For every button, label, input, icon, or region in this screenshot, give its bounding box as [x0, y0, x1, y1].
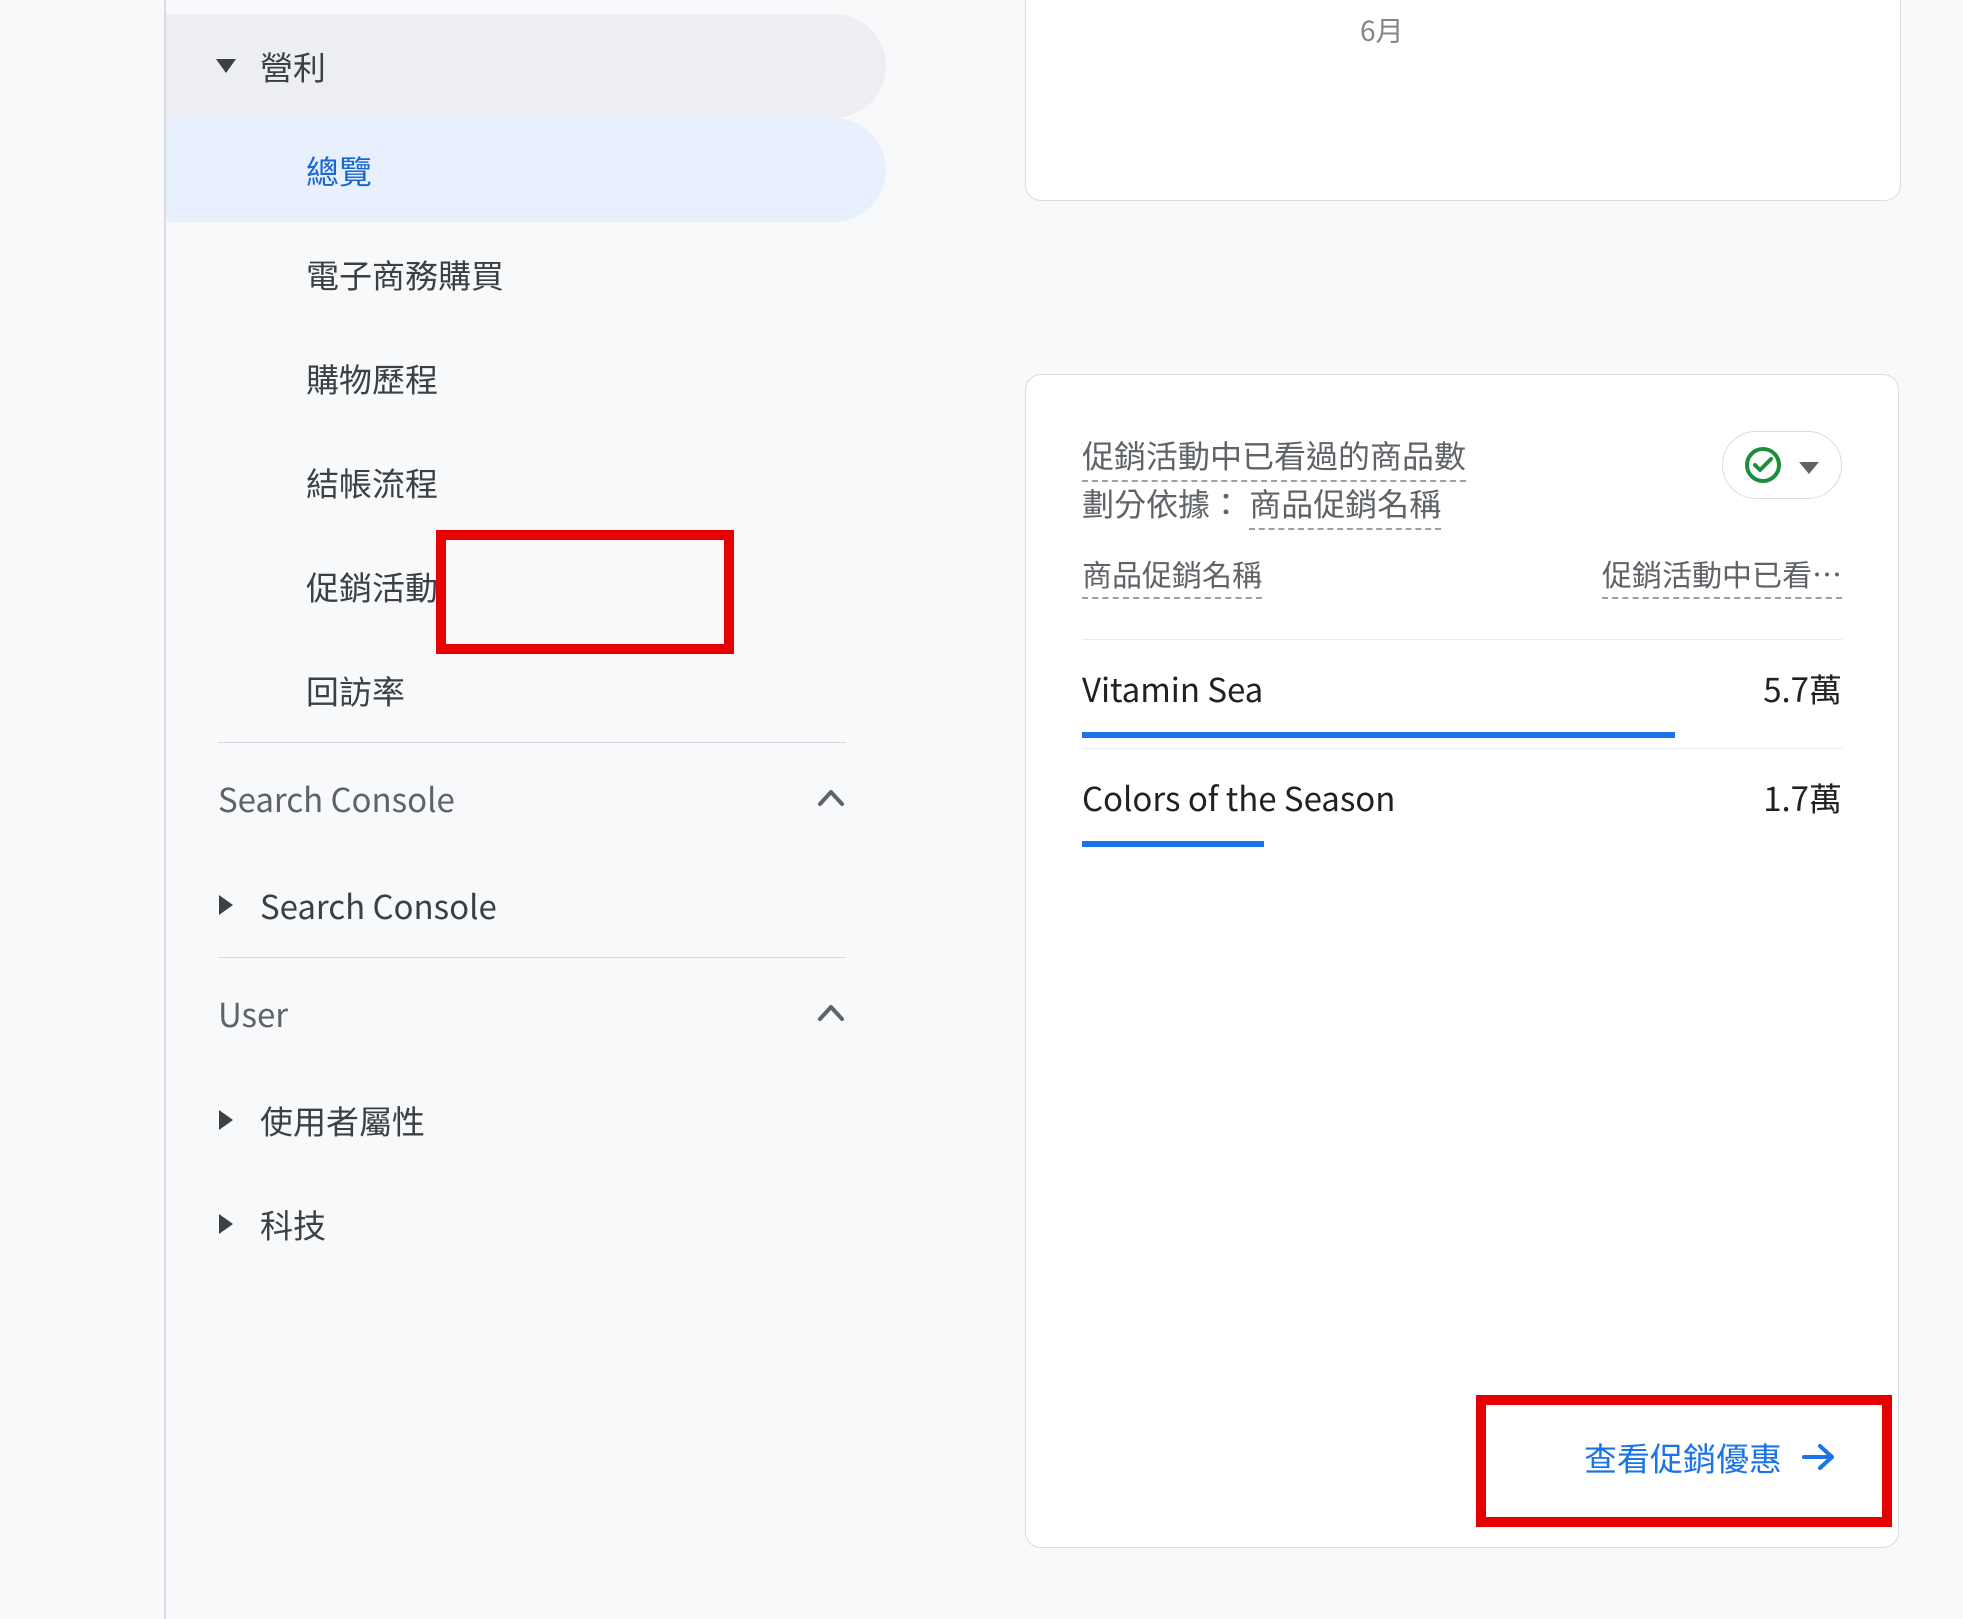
sidebar-item-label: 科技 — [260, 1200, 326, 1248]
card-title-metric: 促銷活動中已看過的商品數 — [1082, 432, 1466, 482]
promo-items-viewed-card: 促銷活動中已看過的商品數 劃分依據： 商品促銷名稱 商品促銷名稱 促銷活動中已看… — [1025, 374, 1899, 1548]
section-header-label: Search Console — [218, 774, 455, 822]
sidebar-section-search-console[interactable]: Search Console — [166, 743, 886, 853]
sidebar-item-label: 電子商務購買 — [306, 250, 504, 298]
caret-right-icon — [206, 895, 246, 915]
sidebar-item-label: Search Console — [260, 881, 497, 929]
row-value: 1.7萬 — [1763, 773, 1842, 821]
sidebar-sub-promotions[interactable]: 促銷活動 — [166, 534, 886, 638]
caret-right-icon — [206, 1110, 246, 1130]
row-bar-fill — [1082, 732, 1675, 738]
sidebar: 營利 總覽 電子商務購買 購物歷程 結帳流程 促銷活動 回訪率 Search C… — [166, 0, 886, 1619]
card-data-rows: Vitamin Sea 5.7萬 Colors of the Season 1.… — [1082, 639, 1842, 847]
row-bar — [1082, 732, 1842, 738]
caret-down-icon — [1799, 449, 1819, 481]
card-header: 促銷活動中已看過的商品數 劃分依據： 商品促銷名稱 — [1082, 431, 1842, 527]
row-bar — [1082, 841, 1842, 847]
sidebar-item-user-attributes[interactable]: 使用者屬性 — [166, 1068, 886, 1172]
card-footer: 查看促銷優惠 — [1562, 1415, 1858, 1499]
sidebar-item-tech[interactable]: 科技 — [166, 1172, 886, 1276]
sidebar-item-label: 回訪率 — [306, 666, 405, 714]
table-row[interactable]: Vitamin Sea 5.7萬 — [1082, 639, 1842, 738]
arrow-right-icon — [1802, 1433, 1836, 1481]
sidebar-sub-shopping-journey[interactable]: 購物歷程 — [166, 326, 886, 430]
sidebar-item-label: 結帳流程 — [306, 458, 438, 506]
sidebar-sub-ecommerce[interactable]: 電子商務購買 — [166, 222, 886, 326]
row-bar-fill — [1082, 841, 1264, 847]
sidebar-item-monetization[interactable]: 營利 — [166, 14, 886, 118]
sidebar-item-label: 總覽 — [306, 146, 372, 194]
column-header-name: 商品促銷名稱 — [1082, 551, 1262, 599]
link-label: 查看促銷優惠 — [1584, 1433, 1782, 1481]
view-promotions-link[interactable]: 查看促銷優惠 — [1562, 1415, 1858, 1499]
sidebar-item-label: 促銷活動 — [306, 562, 438, 610]
card-title-by-label: 劃分依據： — [1082, 480, 1242, 526]
row-name: Vitamin Sea — [1082, 664, 1263, 712]
row-name: Colors of the Season — [1082, 773, 1395, 821]
card-title: 促銷活動中已看過的商品數 劃分依據： 商品促銷名稱 — [1082, 431, 1466, 527]
sidebar-section-user[interactable]: User — [166, 958, 886, 1068]
sidebar-item-search-console[interactable]: Search Console — [166, 853, 886, 957]
card-status-dropdown[interactable] — [1722, 431, 1842, 499]
sidebar-item-label: 使用者屬性 — [260, 1096, 425, 1144]
column-header-value: 促銷活動中已看… — [1602, 551, 1842, 599]
caret-down-icon — [206, 59, 246, 73]
table-row[interactable]: Colors of the Season 1.7萬 — [1082, 748, 1842, 847]
card-column-headers: 商品促銷名稱 促銷活動中已看… — [1082, 551, 1842, 599]
row-value: 5.7萬 — [1763, 664, 1842, 712]
section-header-label: User — [218, 989, 288, 1037]
chevron-up-icon — [816, 783, 846, 813]
sidebar-sub-retention[interactable]: 回訪率 — [166, 638, 886, 742]
sidebar-item-label: 購物歷程 — [306, 354, 438, 402]
month-axis-label: 6月 — [1360, 10, 1404, 50]
sidebar-sub-checkout[interactable]: 結帳流程 — [166, 430, 886, 534]
card-title-dimension: 商品促銷名稱 — [1249, 480, 1441, 530]
check-circle-icon — [1745, 447, 1781, 483]
upper-card-fragment — [1025, 0, 1901, 201]
sidebar-sub-overview[interactable]: 總覽 — [166, 118, 886, 222]
chevron-up-icon — [816, 998, 846, 1028]
sidebar-item-label: 營利 — [260, 42, 326, 90]
caret-right-icon — [206, 1214, 246, 1234]
